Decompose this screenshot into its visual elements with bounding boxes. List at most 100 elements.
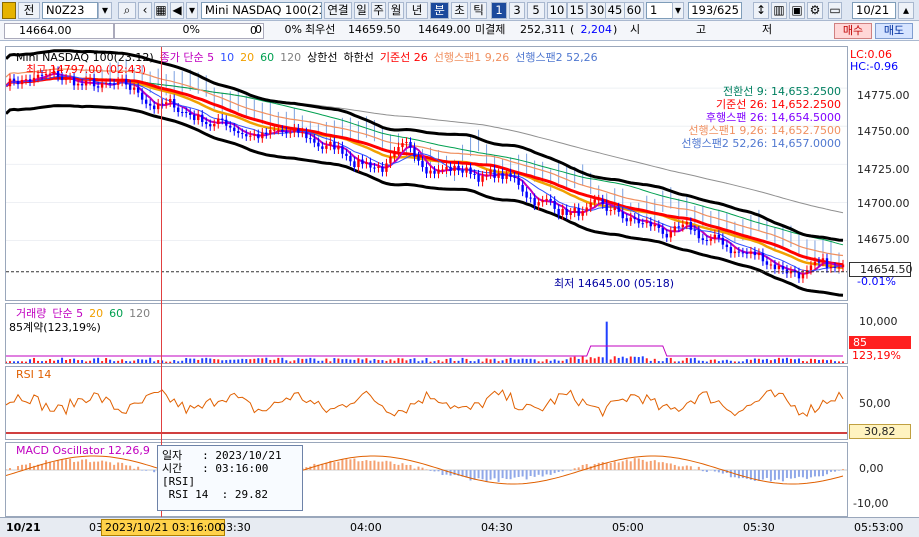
volume-bar — [249, 359, 252, 363]
rsi-line — [6, 389, 844, 418]
candle-body — [76, 83, 80, 86]
volume-bar — [693, 357, 696, 363]
candle-body — [569, 212, 572, 216]
sell-button[interactable]: 매도 — [875, 23, 913, 39]
volume-bar — [149, 357, 152, 363]
date-input[interactable]: 10/21 — [852, 2, 896, 19]
interval-60[interactable]: 60 — [624, 2, 644, 19]
volume-bar — [633, 356, 636, 363]
macd-bar — [433, 470, 436, 472]
macd-panel[interactable]: MACD Oscillator 12,26,9 — [5, 442, 848, 517]
macd-bar — [373, 460, 376, 470]
macd-bar — [713, 470, 716, 472]
volume-bar — [565, 359, 568, 363]
candle-body — [709, 238, 713, 241]
candle-body — [205, 121, 208, 125]
macd-bar — [737, 470, 740, 479]
volume-bar — [173, 360, 176, 363]
candle-body — [713, 234, 717, 239]
volume-bar — [749, 359, 752, 363]
volume-bar — [73, 358, 76, 363]
macd-bar — [677, 466, 680, 470]
macd-bar — [601, 461, 604, 470]
speaker-icon[interactable]: ◀ — [170, 2, 184, 19]
oi-paren-close: ) — [613, 23, 618, 36]
macd-bar — [825, 470, 828, 475]
candle-body — [261, 132, 264, 139]
candle-body — [96, 86, 100, 88]
grid-icon[interactable]: ▦ — [154, 2, 168, 19]
candle-body — [453, 165, 456, 171]
scroll-icon[interactable]: ↕ — [753, 2, 769, 19]
candle-body — [369, 162, 372, 168]
volume-bar — [37, 360, 40, 363]
legend-item: 하한선 — [343, 51, 374, 64]
interval-45[interactable]: 45 — [605, 2, 625, 19]
interval-15[interactable]: 15 — [567, 2, 587, 19]
volume-bar — [805, 361, 808, 363]
volume-bar — [685, 357, 688, 363]
macd-bar — [473, 470, 476, 480]
save-icon[interactable]: ▣ — [789, 2, 805, 19]
period-tick[interactable]: 틱 — [470, 2, 487, 19]
chart-icon[interactable]: ▥ — [771, 2, 787, 19]
volume-bar — [501, 360, 504, 363]
macd-bar — [633, 458, 636, 470]
volume-bar — [793, 359, 796, 363]
dropdown-arrow-icon[interactable]: ▾ — [98, 2, 112, 19]
calendar-icon[interactable]: ▭ — [828, 2, 842, 19]
prev-icon[interactable]: ‹ — [138, 2, 152, 19]
candle-body — [777, 266, 781, 270]
volume-bar — [397, 358, 400, 363]
gear-icon[interactable]: ⚙ — [807, 2, 823, 19]
period-month[interactable]: 월 — [388, 2, 404, 19]
macd-bar — [813, 470, 816, 477]
candle-body — [148, 103, 152, 106]
candle-body — [541, 200, 544, 203]
candle-body — [829, 266, 833, 269]
macd-bar — [665, 463, 668, 470]
macd-bar — [401, 463, 404, 470]
interval-30[interactable]: 30 — [587, 2, 607, 19]
volume-bar — [137, 359, 140, 363]
macd-bar — [429, 470, 432, 471]
volume-bar — [529, 358, 532, 363]
volume-panel[interactable]: 거래량 단순 5 20 60 120 85계약(123,19%) — [5, 303, 848, 364]
interval-1[interactable]: 1 — [491, 2, 507, 19]
macd-bar — [617, 462, 620, 470]
volume-bar — [689, 358, 692, 363]
symbol-code-input[interactable]: N0Z23 — [42, 2, 98, 19]
period-year[interactable]: 년 — [406, 2, 428, 19]
app-icon[interactable] — [2, 2, 16, 19]
scroll-up-icon[interactable]: ▴ — [898, 2, 914, 19]
interval-10[interactable]: 10 — [547, 2, 567, 19]
candle-body — [32, 77, 36, 82]
macd-bar — [481, 470, 484, 480]
volume-bar — [517, 359, 520, 363]
candle-body — [773, 264, 777, 270]
dropdown-arrow-icon[interactable]: ▾ — [186, 2, 198, 19]
rsi-panel[interactable]: RSI 14 — [5, 366, 848, 440]
candle-body — [164, 102, 168, 105]
mode-button[interactable]: 전 — [18, 2, 40, 19]
period-link[interactable]: 연결 — [324, 2, 352, 19]
macd-bar — [561, 470, 564, 472]
period-second[interactable]: 초 — [451, 2, 468, 19]
period-minute[interactable]: 분 — [430, 2, 449, 19]
period-day[interactable]: 일 — [354, 2, 369, 19]
interval-5[interactable]: 5 — [527, 2, 545, 19]
price-panel[interactable]: Mini NASDAQ 100(23.12) 종가 단순 5 10 20 60 120 상한… — [5, 46, 848, 301]
buy-button[interactable]: 매수 — [834, 23, 872, 39]
search-icon[interactable]: ⌕ — [118, 2, 136, 19]
candle-body — [64, 78, 68, 81]
count-dropdown-icon[interactable]: ▾ — [672, 2, 684, 19]
time-axis: 10/21 03 2023/10/21 03:16:00 03:30 04:00… — [0, 517, 919, 537]
volume-bar — [193, 358, 196, 363]
macd-bar — [141, 470, 144, 471]
indicator-value: 선행스팬1 9,26: 14,652.7500 — [688, 124, 841, 137]
interval-3[interactable]: 3 — [509, 2, 525, 19]
period-week[interactable]: 주 — [371, 2, 386, 19]
low-note: 최저 14645.00 (05:18) — [554, 277, 675, 290]
volume-bar — [757, 358, 760, 363]
macd-bar — [645, 461, 648, 470]
